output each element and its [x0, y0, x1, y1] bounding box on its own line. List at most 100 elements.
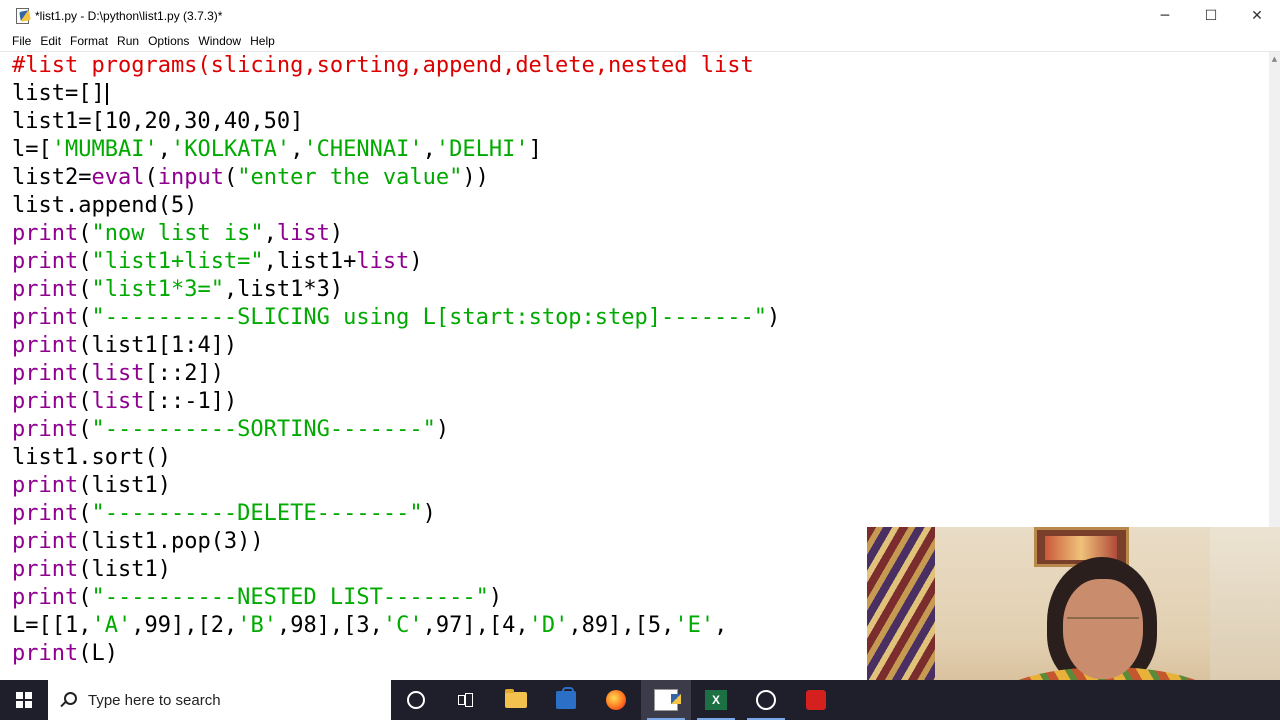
code-token: ( — [78, 585, 92, 610]
code-token: ,99],[2, — [131, 613, 238, 638]
code-token: (L) — [78, 641, 118, 666]
webcam-person-glasses — [1067, 617, 1139, 633]
code-token: print — [12, 501, 79, 526]
code-token: #list programs(slicing,sorting,append,de… — [12, 53, 754, 78]
start-button[interactable] — [0, 680, 48, 720]
code-token: ) — [767, 305, 781, 330]
code-token: "now list is" — [91, 221, 264, 246]
file-explorer-button[interactable] — [491, 680, 541, 720]
title-bar[interactable]: *list1.py - D:\python\list1.py (3.7.3)* … — [0, 0, 1280, 31]
code-token: L=[[1, — [12, 613, 92, 638]
code-token: (list1[1:4]) — [78, 333, 238, 358]
code-line[interactable]: print("list1*3=",list1*3) — [12, 276, 780, 304]
code-token: print — [12, 641, 79, 666]
windows-logo-icon — [16, 692, 32, 708]
code-line[interactable]: list=[] — [12, 80, 780, 108]
firefox-button[interactable] — [591, 680, 641, 720]
scroll-up-arrow-icon[interactable]: ▲ — [1269, 54, 1280, 64]
maximize-button[interactable]: ☐ — [1188, 0, 1234, 31]
code-token: list.append(5) — [12, 193, 198, 218]
code-token: , — [290, 137, 304, 162]
code-token: 'B' — [237, 613, 277, 638]
code-line[interactable]: print("----------DELETE-------") — [12, 500, 780, 528]
code-token: print — [12, 361, 79, 386]
code-line[interactable]: print("----------SORTING-------") — [12, 416, 780, 444]
code-line[interactable]: print("list1+list=",list1+list) — [12, 248, 780, 276]
code-text-area[interactable]: #list programs(slicing,sorting,append,de… — [12, 52, 780, 668]
code-token: ( — [78, 389, 92, 414]
code-line[interactable]: list1.sort() — [12, 444, 780, 472]
code-token: "list1*3=" — [91, 277, 224, 302]
code-token: print — [12, 333, 79, 358]
code-token: list — [356, 249, 410, 274]
code-token: print — [12, 389, 79, 414]
code-token: print — [12, 249, 79, 274]
code-token: 'KOLKATA' — [170, 137, 291, 162]
idle-taskbar-button[interactable] — [641, 680, 691, 720]
excel-button[interactable]: X — [691, 680, 741, 720]
code-line[interactable]: list1=[10,20,30,40,50] — [12, 108, 780, 136]
code-token: input — [157, 165, 224, 190]
code-token: ) — [329, 221, 344, 246]
code-line[interactable]: print(list[::-1]) — [12, 388, 780, 416]
code-line[interactable]: print(list[::2]) — [12, 360, 780, 388]
idle-app-icon — [14, 7, 31, 24]
code-token: list1=[10,20,30,40,50] — [12, 109, 304, 134]
menu-edit[interactable]: Edit — [40, 34, 61, 48]
obs-button[interactable] — [741, 680, 791, 720]
code-token: ) — [435, 417, 450, 442]
code-token: print — [12, 221, 79, 246]
taskbar-search[interactable]: Type here to search — [48, 680, 391, 720]
task-view-button[interactable] — [441, 680, 491, 720]
taskbar: Type here to search X — [0, 680, 1280, 720]
cortana-button[interactable] — [391, 680, 441, 720]
menu-run[interactable]: Run — [117, 34, 139, 48]
code-token: print — [12, 557, 79, 582]
code-token: 'DELHI' — [435, 137, 529, 162]
code-token: ,98],[3, — [276, 613, 383, 638]
code-token: ,list1*3) — [223, 277, 344, 302]
menu-help[interactable]: Help — [250, 34, 275, 48]
code-token: , — [157, 137, 171, 162]
store-button[interactable] — [541, 680, 591, 720]
menu-format[interactable]: Format — [70, 34, 108, 48]
code-line[interactable]: l=['MUMBAI','KOLKATA','CHENNAI','DELHI'] — [12, 136, 780, 164]
acrobat-button[interactable] — [791, 680, 841, 720]
code-token: "----------DELETE-------" — [91, 501, 423, 526]
code-line[interactable]: print("----------SLICING using L[start:s… — [12, 304, 780, 332]
code-token: list=[] — [12, 81, 105, 106]
window-title: *list1.py - D:\python\list1.py (3.7.3)* — [35, 8, 223, 23]
code-line[interactable]: print("----------NESTED LIST-------") — [12, 584, 780, 612]
code-token: 'D' — [528, 613, 569, 638]
menu-options[interactable]: Options — [148, 34, 189, 48]
code-token: ,89],[5, — [568, 613, 675, 638]
code-line[interactable]: print(list1.pop(3)) — [12, 528, 780, 556]
code-line[interactable]: list.append(5) — [12, 192, 780, 220]
close-button[interactable]: ✕ — [1234, 0, 1280, 31]
code-token: (list1) — [78, 557, 171, 582]
code-token: ,97],[4, — [422, 613, 529, 638]
code-token: print — [12, 277, 79, 302]
code-token: 'C' — [382, 613, 423, 638]
code-token: 'E' — [674, 613, 715, 638]
code-line[interactable]: print(list1[1:4]) — [12, 332, 780, 360]
code-line[interactable]: #list programs(slicing,sorting,append,de… — [12, 52, 780, 80]
code-line[interactable]: print("now list is",list) — [12, 220, 780, 248]
code-token: print — [12, 417, 79, 442]
code-token: ( — [78, 501, 92, 526]
code-token: ( — [223, 165, 238, 190]
code-line[interactable]: list2=eval(input("enter the value")) — [12, 164, 780, 192]
minimize-button[interactable]: ─ — [1142, 0, 1188, 31]
firefox-icon — [606, 690, 626, 710]
code-token: [::2]) — [144, 361, 224, 386]
code-token: ( — [78, 221, 92, 246]
code-line[interactable]: L=[[1,'A',99],[2,'B',98],[3,'C',97],[4,'… — [12, 612, 780, 640]
menu-window[interactable]: Window — [198, 34, 241, 48]
code-token: ( — [78, 249, 92, 274]
menu-file[interactable]: File — [12, 34, 31, 48]
code-line[interactable]: print(list1) — [12, 556, 780, 584]
code-line[interactable]: print(L) — [12, 640, 780, 668]
code-token: ( — [144, 165, 158, 190]
code-token: ) — [488, 585, 503, 610]
code-line[interactable]: print(list1) — [12, 472, 780, 500]
